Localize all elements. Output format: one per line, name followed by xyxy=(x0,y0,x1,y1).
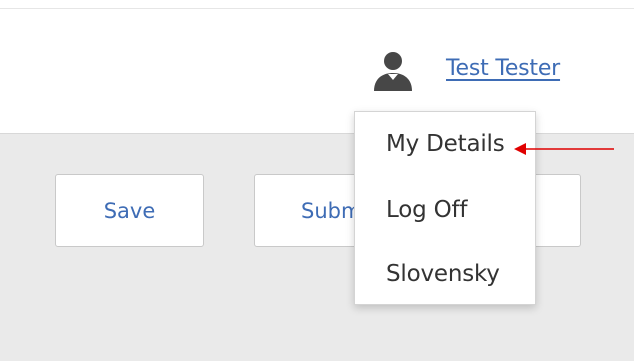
page: Test Tester Save Submit My Details Log O… xyxy=(0,0,634,361)
user-name-link[interactable]: Test Tester xyxy=(446,56,560,81)
annotation-arrow-icon xyxy=(514,143,614,155)
save-button[interactable]: Save xyxy=(55,174,204,247)
user-icon xyxy=(374,52,412,91)
menu-item-my-details[interactable]: My Details xyxy=(386,131,505,157)
menu-item-log-off[interactable]: Log Off xyxy=(386,197,467,223)
user-dropdown-menu: My Details Log Off Slovensky xyxy=(354,111,536,305)
menu-item-language[interactable]: Slovensky xyxy=(386,261,500,287)
main-content xyxy=(0,133,634,361)
